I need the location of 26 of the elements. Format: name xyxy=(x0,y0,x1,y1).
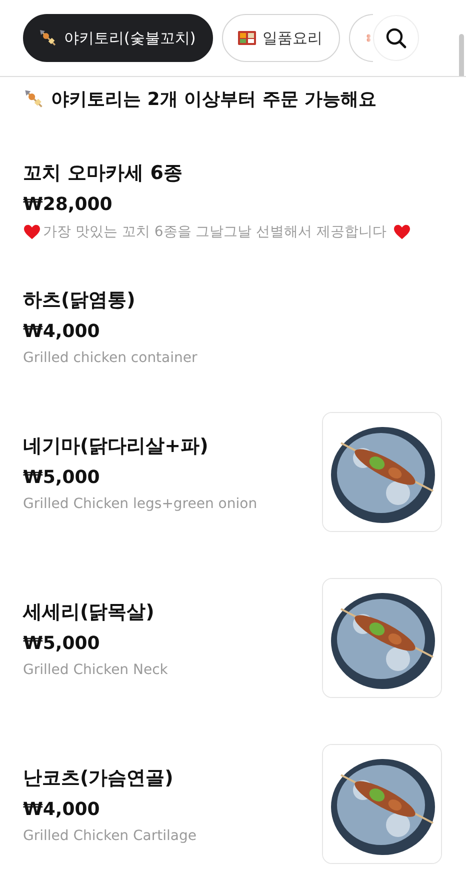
menu-item-description: Grilled Chicken Neck xyxy=(23,662,168,678)
bento-box-icon xyxy=(236,28,257,48)
menu-item-name[interactable]: 네기마(닭다리살+파) xyxy=(23,432,208,458)
menu-item-name[interactable]: 세세리(닭목살) xyxy=(23,598,154,624)
search-button[interactable] xyxy=(373,15,419,61)
menu-item-description: Grilled Chicken Cartilage xyxy=(23,828,196,844)
menu-item-description: Grilled Chicken legs+green onion xyxy=(23,496,258,512)
category-tab[interactable]: 야키토리(숯불꼬치) xyxy=(23,14,213,62)
heart-icon xyxy=(23,224,41,240)
menu-item-description: Grilled chicken container xyxy=(23,350,198,366)
notice-text: 야키토리는 2개 이상부터 주문 가능해요 xyxy=(51,88,377,111)
menu-item-price: ₩4,000 xyxy=(23,798,100,820)
menu-item-name[interactable]: 하츠(닭염통) xyxy=(23,286,136,312)
scrollbar[interactable] xyxy=(459,34,464,76)
menu-item-price: ₩4,000 xyxy=(23,320,100,342)
menu-item-name[interactable]: 꼬치 오마카세 6종 xyxy=(23,160,182,186)
category-tab[interactable]: 일품요리 xyxy=(222,14,340,62)
search-icon xyxy=(384,26,408,50)
menu-item-price: ₩5,000 xyxy=(23,466,100,488)
skewer-icon xyxy=(23,88,45,110)
menu-item-name[interactable]: 난코츠(가슴연골) xyxy=(23,764,174,790)
menu-item-price: ₩5,000 xyxy=(23,632,100,654)
menu-item-price: ₩28,000 xyxy=(23,194,112,214)
skewer-icon xyxy=(38,28,58,48)
heart-icon xyxy=(392,224,411,240)
menu-item-description: 가장 맛있는 꼬치 6종을 그날그날 선별해서 제공합니다 xyxy=(43,222,387,240)
